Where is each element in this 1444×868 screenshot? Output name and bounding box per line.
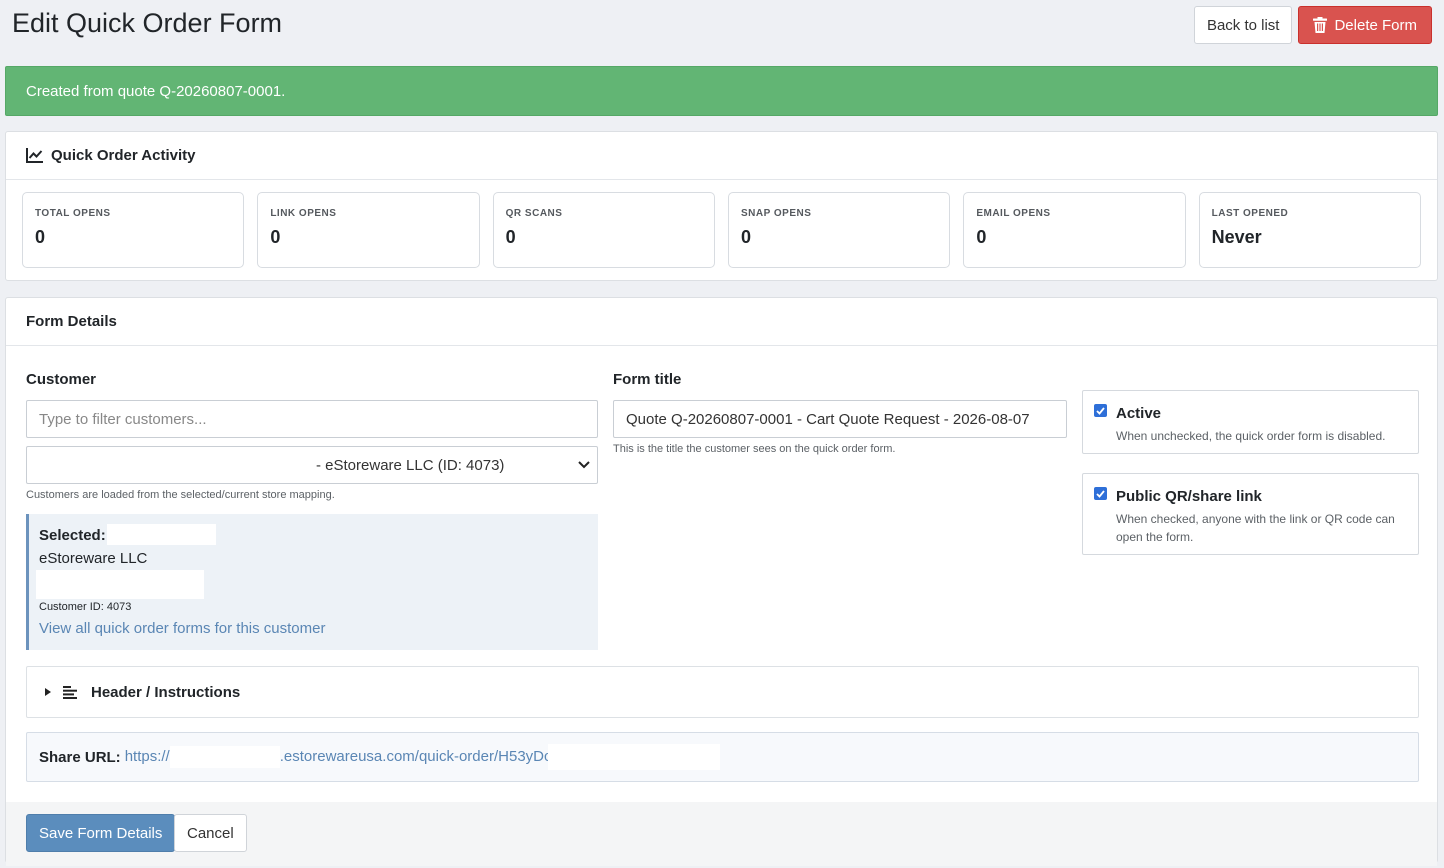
public-link-help: When checked, anyone with the link or QR… [1116,512,1395,526]
stat-label: LAST OPENED [1211,208,1289,219]
stat-label: QR SCANS [505,208,563,219]
share-url-label: Share URL: [39,748,121,766]
form-details-title: Form Details [26,313,117,330]
top-actions: Back to list Delete Form [1193,6,1432,44]
public-link-label: Public QR/share link [1116,488,1262,505]
share-url-rest: .estorewareusa.com/quick-order/H53yDc [279,747,552,765]
stat-snap-opens: SNAP OPENS 0 [727,192,951,268]
public-link-option: Public QR/share link When checked, anyon… [1082,473,1419,555]
activity-card: Quick Order Activity TOTAL OPENS 0 LINK … [5,131,1438,281]
activity-stats: TOTAL OPENS 0 LINK OPENS 0 QR SCANS 0 SN… [6,180,1437,280]
caret-right-icon [45,688,51,696]
public-link-help: open the form. [1116,530,1194,544]
public-link-checkbox[interactable] [1094,487,1107,500]
redacted-block [107,524,216,545]
stat-total-opens: TOTAL OPENS 0 [22,192,245,268]
view-all-forms-link[interactable]: View all quick order forms for this cust… [39,620,326,637]
checkmark-icon [1096,406,1105,415]
selected-customer-id: Customer ID: 4073 [39,601,132,613]
header-instructions-toggle[interactable]: Header / Instructions [26,666,1419,718]
form-title-input[interactable] [613,400,1067,438]
form-title-label: Form title [613,371,682,388]
form-footer: Save Form Details Cancel [6,802,1437,866]
cancel-button[interactable]: Cancel [174,814,247,852]
share-url-start: https:// [124,747,170,765]
chevron-down-icon [578,461,590,469]
redacted-block [36,570,204,599]
customer-select-value: - eStoreware LLC (ID: 4073) [316,456,505,474]
stat-link-opens: LINK OPENS 0 [257,192,480,268]
form-title-help: This is the title the customer sees on t… [613,443,896,455]
activity-header: Quick Order Activity [6,132,1437,180]
activity-title: Quick Order Activity [51,147,196,164]
active-help: When unchecked, the quick order form is … [1116,429,1386,443]
alert-message: Created from quote Q-20260807-0001. [26,82,286,100]
success-alert: Created from quote Q-20260807-0001. [5,66,1438,116]
stat-label: TOTAL OPENS [35,208,111,219]
active-checkbox[interactable] [1094,404,1107,417]
customer-help: Customers are loaded from the selected/c… [26,489,335,501]
stat-value: 0 [35,227,46,247]
trash-icon [1313,17,1328,33]
header-instructions-label: Header / Instructions [91,683,241,701]
share-url-row: Share URL: https:// .estorewareusa.com/qu… [26,732,1419,782]
form-details-card: Form Details Customer - eStoreware LLC (… [5,297,1438,866]
stat-label: SNAP OPENS [740,208,812,219]
customer-select[interactable]: - eStoreware LLC (ID: 4073) [26,446,598,484]
share-url-link[interactable]: https:// .estorewareusa.com/quick-order/H… [125,746,552,768]
delete-form-button[interactable]: Delete Form [1298,6,1432,44]
customer-filter-input[interactable] [26,400,598,438]
delete-form-label: Delete Form [1334,16,1417,34]
active-label: Active [1116,405,1162,422]
stat-label: EMAIL OPENS [976,208,1051,219]
stat-value: Never [1211,227,1262,247]
stat-email-opens: EMAIL OPENS 0 [963,192,1186,268]
form-details-header: Form Details [6,298,1437,346]
stat-value: 0 [740,227,751,247]
redacted-block [547,744,720,770]
page-title: Edit Quick Order Form [12,8,283,38]
active-option: Active When unchecked, the quick order f… [1082,390,1419,454]
stat-last-opened: LAST OPENED Never [1198,192,1421,268]
stat-value: 0 [270,227,281,247]
stat-label: LINK OPENS [270,208,337,219]
selected-customer-panel: Selected: eStoreware LLC Customer ID: 40… [26,514,598,650]
customer-label: Customer [26,371,97,388]
checkmark-icon [1096,489,1105,498]
stat-qr-scans: QR SCANS 0 [492,192,715,268]
redacted-block [169,746,280,768]
stat-value: 0 [976,227,987,247]
selected-company: eStoreware LLC [39,550,148,567]
selected-label: Selected: [39,527,106,544]
line-chart-icon [26,148,43,163]
save-form-button[interactable]: Save Form Details [26,814,176,852]
stat-value: 0 [505,227,516,247]
back-to-list-button[interactable]: Back to list [1193,6,1293,44]
align-left-icon [63,685,77,699]
